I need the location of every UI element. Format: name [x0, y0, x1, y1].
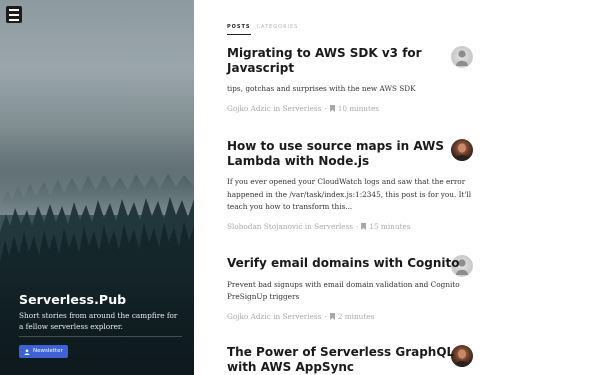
meta-separator: · [324, 103, 327, 113]
meta-separator: · [356, 221, 359, 231]
tab-categories[interactable]: CATEGORIES [257, 24, 299, 35]
newsletter-label: Newsletter [33, 348, 63, 354]
post-excerpt: Prevent bad signups with email domain va… [227, 279, 460, 302]
meta-in: in [304, 221, 312, 231]
post-title[interactable]: The Power of Serverless GraphQL with AWS… [227, 345, 477, 374]
read-time: 15 minutes [369, 221, 411, 231]
post-excerpt: tips, gotchas and surprises with the new… [227, 84, 416, 93]
hamburger-menu-icon[interactable] [6, 6, 22, 23]
read-time: 10 minutes [337, 103, 380, 113]
post-author[interactable]: Slobodan Stojanović [227, 222, 302, 231]
post-category[interactable]: Serverless [314, 222, 353, 231]
post-meta: Slobodan Stojanović in Serverless · 15 m… [227, 222, 477, 231]
divider [19, 336, 182, 337]
site-description: Short stories from around the campfire f… [19, 311, 178, 331]
bookmark-icon [329, 104, 335, 112]
post-category[interactable]: Serverless [283, 312, 322, 321]
post-author[interactable]: Gojko Adzic [227, 312, 271, 321]
list-item: How to use source maps in AWS Lambda wit… [227, 139, 477, 231]
post-author[interactable]: Gojko Adzic [227, 104, 271, 113]
meta-separator: · [324, 311, 327, 321]
list-item: The Power of Serverless GraphQL with AWS… [227, 345, 477, 374]
user-icon [24, 348, 30, 355]
newsletter-button[interactable]: Newsletter [19, 345, 68, 358]
bookmark-icon [329, 312, 335, 320]
bookmark-icon [361, 222, 367, 230]
hero-panel: Serverless.Pub Short stories from around… [0, 0, 194, 375]
post-meta: Gojko Adzic in Serverless · 10 minutes [227, 104, 477, 113]
tab-posts[interactable]: POSTS [227, 24, 251, 35]
list-item: Migrating to AWS SDK v3 for Javascript t… [227, 46, 477, 113]
post-category[interactable]: Serverless [283, 104, 322, 113]
meta-in: in [273, 103, 281, 113]
meta-in: in [273, 311, 281, 321]
tab-bar: POSTS CATEGORIES [227, 24, 298, 35]
site-title[interactable]: Serverless.Pub [19, 292, 126, 307]
post-meta: Gojko Adzic in Serverless · 2 minutes [227, 312, 477, 321]
post-title[interactable]: How to use source maps in AWS Lambda wit… [227, 139, 477, 168]
post-list-panel: POSTS CATEGORIES Migrating to AWS SDK v3… [194, 0, 600, 375]
post-title[interactable]: Verify email domains with Cognito [227, 256, 477, 271]
list-item: Verify email domains with Cognito Preven… [227, 256, 477, 321]
post-excerpt: If you ever opened your CloudWatch logs … [227, 177, 472, 211]
read-time: 2 minutes [337, 311, 375, 321]
post-title[interactable]: Migrating to AWS SDK v3 for Javascript [227, 46, 477, 75]
